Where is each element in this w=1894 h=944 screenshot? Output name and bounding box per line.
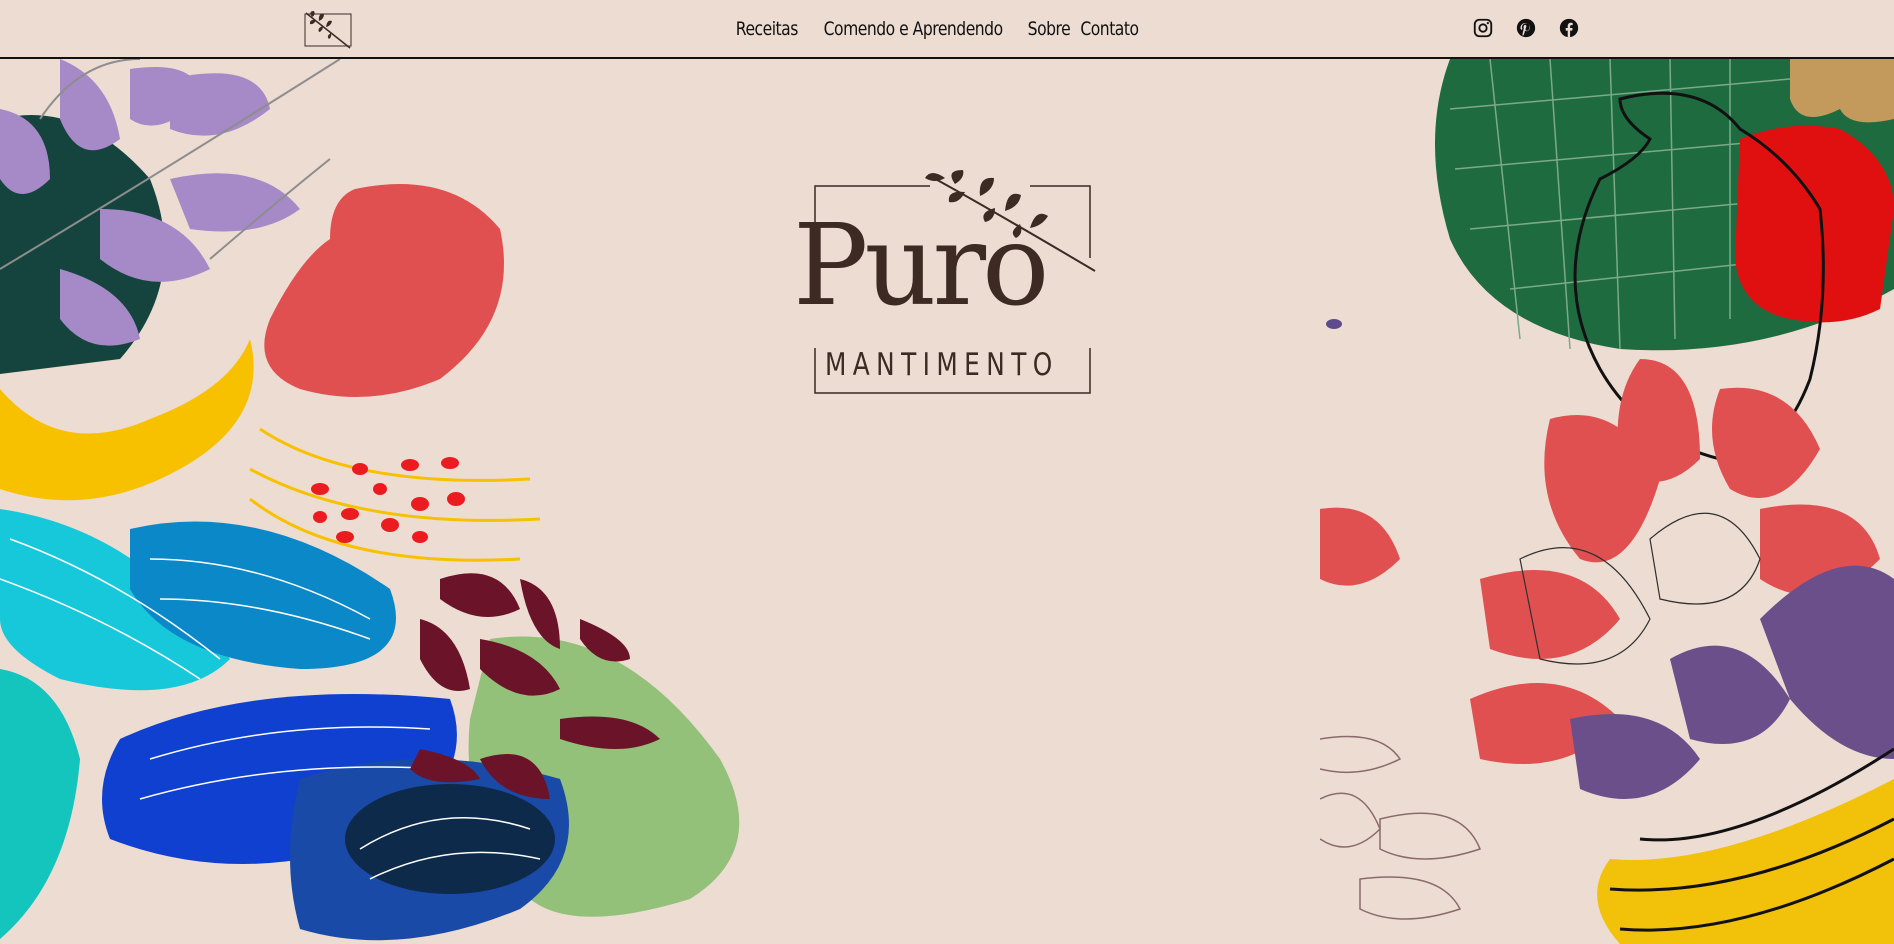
brand-subtitle: MANTIMENTO <box>825 347 1059 383</box>
red-blob <box>264 184 504 397</box>
nav-link-sobre[interactable]: Sobre <box>1027 18 1070 40</box>
pinterest-icon[interactable] <box>1515 17 1537 39</box>
social-links <box>1472 17 1580 39</box>
facebook-icon[interactable] <box>1558 17 1580 39</box>
purple-leaves-right <box>1570 565 1894 799</box>
nav-link-comendo-e-aprendendo[interactable]: Comendo e Aprendendo <box>824 18 1003 40</box>
red-cashew <box>1735 125 1894 323</box>
nav-link-contato[interactable]: Contato <box>1081 18 1140 40</box>
purple-seeds <box>1326 319 1342 329</box>
nav-link-receitas[interactable]: Receitas <box>735 18 798 40</box>
right-food-illustration <box>1320 59 1894 944</box>
teal-pod <box>0 669 80 939</box>
brand-name: Puro <box>793 201 1049 331</box>
red-seeds <box>311 457 465 543</box>
nut-outlines <box>1320 735 1481 920</box>
instagram-icon[interactable] <box>1472 17 1494 39</box>
site-header: Receitas Comendo e Aprendendo Sobre Cont… <box>0 0 1894 59</box>
hero-logo: Puro MANTIMENTO <box>785 148 1105 398</box>
main-nav: Receitas Comendo e Aprendendo Sobre Cont… <box>0 0 1894 57</box>
left-food-illustration <box>0 59 740 941</box>
